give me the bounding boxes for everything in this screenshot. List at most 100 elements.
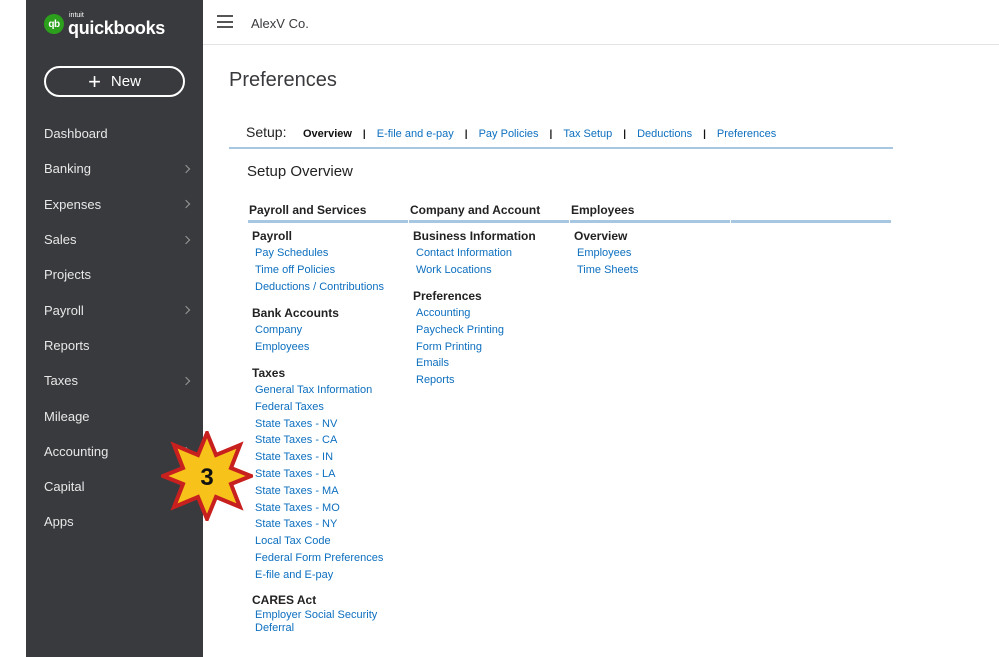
- link-employees-list[interactable]: Employees: [574, 245, 638, 262]
- sidebar-item-sales[interactable]: Sales: [26, 222, 203, 257]
- section-preferences: Preferences Accounting Paycheck Printing…: [413, 289, 504, 389]
- section-heading: Business Information: [413, 229, 536, 243]
- sidebar-item-label: Reports: [44, 337, 90, 353]
- setup-tabs: Overview | E-file and e-pay | Pay Polici…: [303, 128, 776, 140]
- logo-wordmark: intuit quickbooks: [68, 10, 168, 38]
- sidebar-item-label: Mileage: [44, 408, 90, 424]
- section-business-information: Business Information Contact Information…: [413, 229, 536, 279]
- left-sidebar: qb intuit quickbooks + New Dashboard Ban…: [26, 0, 203, 657]
- tab-tax-setup[interactable]: Tax Setup: [563, 128, 612, 140]
- sidebar-item-label: Projects: [44, 267, 91, 283]
- column-header-blank: [731, 203, 891, 223]
- section-cares-act: CARES Act Employer Social Security Defer…: [252, 593, 392, 635]
- chevron-right-icon: [181, 235, 191, 244]
- link-state-taxes-in[interactable]: State Taxes - IN: [252, 449, 383, 466]
- section-heading: Preferences: [413, 289, 482, 303]
- link-form-printing[interactable]: Form Printing: [413, 339, 504, 356]
- tab-deductions[interactable]: Deductions: [637, 128, 692, 140]
- logo-quickbooks-text: quickbooks: [68, 18, 166, 38]
- company-name: AlexV Co.: [251, 16, 309, 31]
- tab-separator: |: [362, 128, 366, 140]
- link-state-taxes-ca[interactable]: State Taxes - CA: [252, 432, 383, 449]
- sidebar-item-dashboard[interactable]: Dashboard: [26, 116, 203, 151]
- link-state-taxes-mo[interactable]: State Taxes - MO: [252, 500, 383, 517]
- section-payroll: Payroll Pay Schedules Time off Policies …: [252, 229, 384, 295]
- sidebar-item-reports[interactable]: Reports: [26, 328, 203, 363]
- link-efile-epay[interactable]: E-file and E-pay: [252, 567, 383, 584]
- sidebar-item-label: Sales: [44, 232, 77, 248]
- step-3-starburst-badge: 3: [161, 431, 253, 521]
- sidebar-item-label: Accounting: [44, 443, 109, 459]
- sidebar-item-label: Apps: [44, 514, 74, 530]
- qb-logo-icon: qb: [44, 14, 64, 34]
- section-taxes: Taxes General Tax Information Federal Ta…: [252, 366, 383, 584]
- section-heading: Payroll: [252, 229, 293, 243]
- quickbooks-logo[interactable]: qb intuit quickbooks: [44, 10, 168, 38]
- link-time-sheets[interactable]: Time Sheets: [574, 262, 638, 279]
- link-employees[interactable]: Employees: [252, 339, 339, 356]
- column-header-company-account: Company and Account: [409, 203, 569, 223]
- tab-efile-epay[interactable]: E-file and e-pay: [377, 128, 454, 140]
- chevron-right-icon: [181, 199, 191, 209]
- link-employer-ss-deferral[interactable]: Employer Social Security Deferral: [252, 609, 392, 635]
- link-time-off-policies[interactable]: Time off Policies: [252, 262, 384, 279]
- link-federal-form-preferences[interactable]: Federal Form Preferences: [252, 550, 383, 567]
- sidebar-item-banking[interactable]: Banking: [26, 151, 203, 186]
- sidebar-item-mileage[interactable]: Mileage: [26, 398, 203, 433]
- link-emails[interactable]: Emails: [413, 355, 504, 372]
- new-button-label: New: [110, 73, 141, 90]
- sidebar-item-label: Capital: [44, 479, 85, 495]
- section-heading: Bank Accounts: [252, 306, 339, 320]
- link-accounting[interactable]: Accounting: [413, 305, 504, 322]
- setup-overview-title: Setup Overview: [247, 163, 353, 180]
- tab-separator: |: [623, 128, 627, 140]
- link-federal-taxes[interactable]: Federal Taxes: [252, 399, 383, 416]
- link-reports[interactable]: Reports: [413, 372, 504, 389]
- hamburger-icon[interactable]: [217, 15, 233, 28]
- sidebar-item-label: Taxes: [44, 373, 78, 389]
- tab-separator: |: [464, 128, 468, 140]
- section-bank-accounts: Bank Accounts Company Employees: [252, 306, 339, 356]
- setup-tab-bar: Setup: Overview | E-file and e-pay | Pay…: [229, 124, 893, 149]
- sidebar-item-payroll[interactable]: Payroll: [26, 292, 203, 327]
- tab-separator: |: [703, 128, 706, 140]
- link-general-tax-information[interactable]: General Tax Information: [252, 382, 383, 399]
- link-work-locations[interactable]: Work Locations: [413, 262, 536, 279]
- link-deductions-contributions[interactable]: Deductions / Contributions: [252, 279, 384, 296]
- chevron-right-icon: [181, 305, 191, 315]
- page-title: Preferences: [229, 69, 337, 91]
- sidebar-item-label: Dashboard: [44, 126, 108, 142]
- sidebar-item-label: Expenses: [44, 196, 102, 212]
- link-state-taxes-ny[interactable]: State Taxes - NY: [252, 516, 383, 533]
- link-contact-information[interactable]: Contact Information: [413, 245, 536, 262]
- sidebar-item-label: Banking: [44, 161, 91, 177]
- tab-preferences[interactable]: Preferences: [717, 128, 776, 140]
- link-state-taxes-ma[interactable]: State Taxes - MA: [252, 483, 383, 500]
- link-company[interactable]: Company: [252, 322, 339, 339]
- tab-pay-policies[interactable]: Pay Policies: [479, 128, 539, 140]
- sidebar-item-label: Payroll: [44, 302, 84, 318]
- chevron-right-icon: [181, 164, 191, 174]
- sidebar-item-projects[interactable]: Projects: [26, 257, 203, 292]
- link-local-tax-code[interactable]: Local Tax Code: [252, 533, 383, 550]
- column-header-payroll-services: Payroll and Services: [248, 203, 408, 223]
- section-employees-overview: Overview Employees Time Sheets: [574, 229, 638, 279]
- link-pay-schedules[interactable]: Pay Schedules: [252, 245, 384, 262]
- chevron-right-icon: [181, 376, 191, 385]
- section-heading: Taxes: [252, 366, 286, 380]
- section-heading: Overview: [574, 229, 628, 243]
- tab-separator: |: [549, 128, 553, 140]
- section-heading: CARES Act: [252, 593, 317, 607]
- link-state-taxes-nv[interactable]: State Taxes - NV: [252, 416, 383, 433]
- sidebar-item-expenses[interactable]: Expenses: [26, 187, 203, 222]
- link-paycheck-printing[interactable]: Paycheck Printing: [413, 322, 504, 339]
- step-number: 3: [200, 464, 213, 491]
- column-header-employees: Employees: [570, 203, 730, 223]
- sidebar-item-taxes[interactable]: Taxes: [26, 363, 203, 398]
- tab-overview[interactable]: Overview: [303, 128, 352, 140]
- new-button[interactable]: + New: [44, 66, 185, 97]
- setup-label: Setup:: [246, 124, 287, 140]
- plus-icon: +: [88, 68, 101, 94]
- link-state-taxes-la[interactable]: State Taxes - LA: [252, 466, 383, 483]
- top-bar: AlexV Co.: [203, 0, 999, 45]
